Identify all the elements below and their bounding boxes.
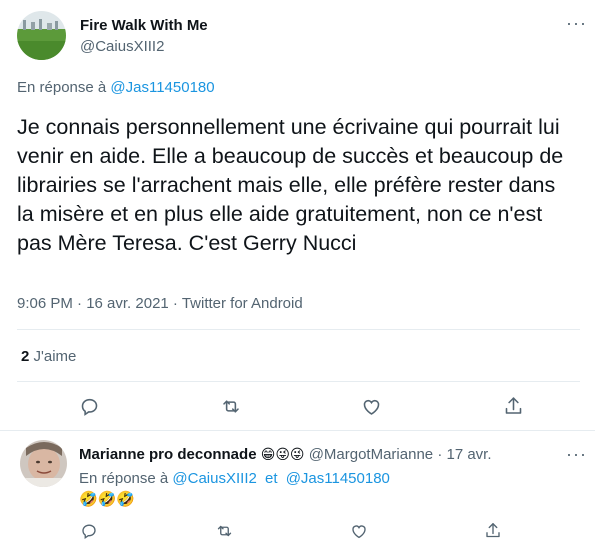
reply-author-line: Marianne pro deconnade 😁😜😜 @MargotMarian… xyxy=(79,446,492,463)
reply-icon[interactable] xyxy=(79,396,100,417)
author-handle[interactable]: @CaiusXIII2 xyxy=(80,38,164,55)
reply-to-link-2[interactable]: @Jas11450180 xyxy=(286,470,390,487)
separator: · xyxy=(437,446,443,463)
reply-date[interactable]: 17 avr. xyxy=(446,446,491,463)
likes-label: J'aime xyxy=(33,348,77,365)
like-icon[interactable] xyxy=(350,522,368,540)
tweet-meta[interactable]: 9:06 PM · 16 avr. 2021 · Twitter for And… xyxy=(17,295,303,312)
author-avatar[interactable] xyxy=(17,11,66,60)
reply-prefix: En réponse à xyxy=(79,470,169,487)
reply-author-name[interactable]: Marianne pro deconnade xyxy=(79,446,257,463)
reply-context: En réponse à @Jas11450180 xyxy=(17,79,215,96)
like-icon[interactable] xyxy=(361,396,382,417)
likes-count: 2 xyxy=(21,348,30,365)
reply-author-avatar[interactable] xyxy=(20,440,67,487)
reply-text: 🤣🤣🤣 xyxy=(79,491,136,508)
tweet-text: Je connais personnellement une écrivaine… xyxy=(17,115,564,255)
likes-stat[interactable]: 2 J'aime xyxy=(21,348,76,365)
divider xyxy=(17,329,580,330)
retweet-icon[interactable] xyxy=(215,522,234,540)
author-name[interactable]: Fire Walk With Me xyxy=(80,17,208,34)
reply-author-emojis: 😁😜😜 xyxy=(260,446,305,462)
more-options-icon[interactable]: ··· xyxy=(566,14,587,32)
reply-prefix: En réponse à xyxy=(17,79,107,96)
share-icon[interactable] xyxy=(484,521,502,540)
divider xyxy=(0,430,595,431)
reply-author-handle[interactable]: @MargotMarianne xyxy=(309,446,433,463)
reply-to-link-1[interactable]: @CaiusXIII2 xyxy=(172,470,256,487)
retweet-icon[interactable] xyxy=(220,396,242,417)
reply-icon[interactable] xyxy=(80,522,98,540)
divider xyxy=(17,381,580,382)
share-icon[interactable] xyxy=(503,395,524,417)
reply-context: En réponse à @CaiusXIII2 et @Jas11450180 xyxy=(79,470,390,487)
reply-more-options-icon[interactable]: ··· xyxy=(566,445,587,463)
reply-to-link[interactable]: @Jas11450180 xyxy=(110,79,214,96)
reply-and: et xyxy=(265,470,278,487)
